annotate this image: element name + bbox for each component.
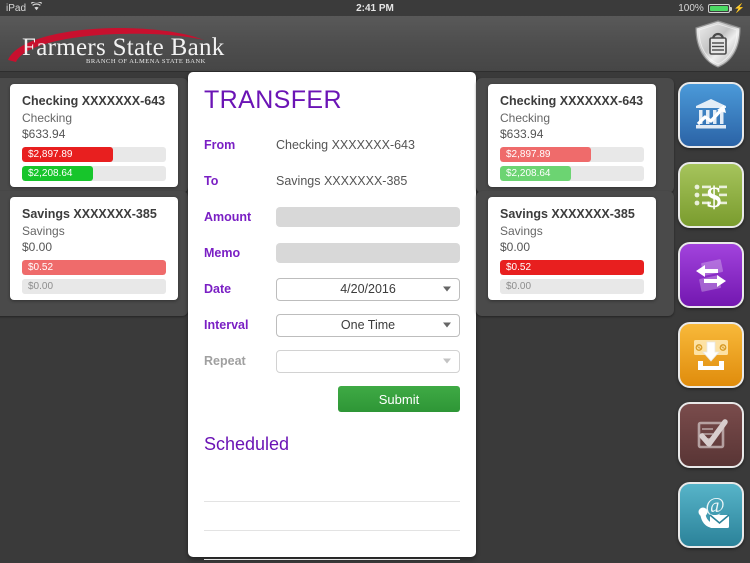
account-card-left-1[interactable]: Savings XXXXXXX-385 Savings $0.00 $0.52 … [10,197,178,300]
account-bar-label: $2,208.64 [506,168,551,179]
bank-tagline: BRANCH OF ALMENA STATE BANK [86,58,206,65]
memo-row: Memo [204,235,460,271]
scheduled-list-item[interactable] [204,473,460,502]
transfer-arrows-icon [696,259,726,292]
svg-text:$: $ [707,181,722,214]
nav-button-deposit[interactable]: $ $ [678,322,744,388]
account-balance: $633.94 [22,127,66,141]
interval-row: Interval One Time [204,307,460,343]
repeat-select[interactable] [276,349,460,373]
chevron-down-icon [443,358,451,364]
account-bar-label: $2,897.89 [28,149,73,160]
account-bar: $0.52 [500,260,644,275]
app-header: Farmers State Bank BRANCH OF ALMENA STAT… [0,16,750,72]
deposit-icon: $ $ [694,340,728,370]
date-select-value: 4/20/2016 [340,282,396,296]
from-row: From Checking XXXXXXX-643 [204,127,460,163]
charging-bolt-icon: ⚡ [733,2,745,13]
account-bar: $2,208.64 [500,166,644,181]
account-bar-label: $2,208.64 [28,168,73,179]
account-bar: $0.00 [22,279,166,294]
account-type: Savings [500,224,543,238]
chevron-down-icon [443,322,451,328]
account-title: Savings XXXXXXX-385 [500,207,635,221]
nav-button-transactions[interactable]: $ [678,162,744,228]
memo-label: Memo [204,246,241,260]
account-balance: $633.94 [500,127,544,141]
nav-button-checks[interactable] [678,402,744,468]
repeat-label: Repeat [204,354,246,368]
interval-label: Interval [204,318,249,332]
account-bar-label: $0.52 [28,262,54,273]
amount-row: Amount [204,199,460,235]
to-label: To [204,174,219,188]
nav-button-accounts[interactable] [678,82,744,148]
status-bar-time: 2:41 PM [356,2,394,14]
nav-button-contact[interactable]: @ [678,482,744,548]
date-row: Date 4/20/2016 [204,271,460,307]
account-card-right-1[interactable]: Savings XXXXXXX-385 Savings $0.00 $0.52 … [488,197,656,300]
account-type: Savings [22,224,65,238]
scheduled-heading: Scheduled [204,434,290,454]
svg-text:$: $ [721,344,725,353]
account-card-left-0[interactable]: Checking XXXXXXX-643 Checking $633.94 $2… [10,84,178,187]
from-value[interactable]: Checking XXXXXXX-643 [276,138,415,152]
dollar-list-icon: $ [694,181,727,214]
account-bar: $0.00 [500,279,644,294]
account-bar: $2,897.89 [500,147,644,162]
interval-select[interactable]: One Time [276,313,460,337]
scheduled-list-item[interactable] [204,502,460,531]
account-type: Checking [500,111,551,125]
account-bar: $0.52 [22,260,166,275]
battery-percent-label: 100% [678,2,704,14]
repeat-row: Repeat [204,343,460,379]
account-title: Checking XXXXXXX-643 [500,94,644,108]
amount-label: Amount [204,210,252,224]
account-balance: $0.00 [22,240,53,254]
bank-chart-icon [696,99,726,129]
scheduled-list-item[interactable] [204,531,460,560]
svg-text:@: @ [705,493,724,517]
interval-select-value: One Time [340,318,396,332]
date-label: Date [204,282,232,296]
account-balance: $0.00 [500,240,531,254]
account-bar: $2,208.64 [22,166,166,181]
amount-input[interactable] [276,207,460,227]
scheduled-list [204,473,460,560]
transfer-panel: TRANSFER From Checking XXXXXXX-643 To Sa… [188,72,476,560]
date-select[interactable]: 4/20/2016 [276,277,460,301]
shield-lock-icon[interactable] [692,19,744,69]
battery-full-icon [707,3,732,13]
from-label: From [204,138,236,152]
submit-button[interactable]: Submit [338,386,460,412]
status-bar-right: 100% ⚡ [678,3,745,14]
account-bar-label: $0.52 [506,262,532,273]
to-row: To Savings XXXXXXX-385 [204,163,460,199]
submit-row: Submit [204,386,460,412]
account-bar-label: $0.00 [28,281,54,292]
account-bar: $2,897.89 [22,147,166,162]
account-type: Checking [22,111,73,125]
memo-input[interactable] [276,243,460,263]
app-root: iPad 2:41 PM 100% ⚡ Farmers State Bank B… [0,0,750,563]
account-title: Checking XXXXXXX-643 [22,94,166,108]
account-bar-label: $0.00 [506,281,532,292]
account-card-right-0[interactable]: Checking XXXXXXX-643 Checking $633.94 $2… [488,84,656,187]
contact-mail-icon: @ [698,493,730,528]
to-value[interactable]: Savings XXXXXXX-385 [276,174,407,188]
nav-button-transfer[interactable] [678,242,744,308]
account-bar-label: $2,897.89 [506,149,551,160]
svg-text:$: $ [697,344,701,353]
account-title: Savings XXXXXXX-385 [22,207,157,221]
page-title: TRANSFER [204,86,342,114]
chevron-down-icon [443,286,451,292]
status-bar: iPad 2:41 PM 100% ⚡ [0,0,750,16]
check-mark-icon [697,419,728,449]
